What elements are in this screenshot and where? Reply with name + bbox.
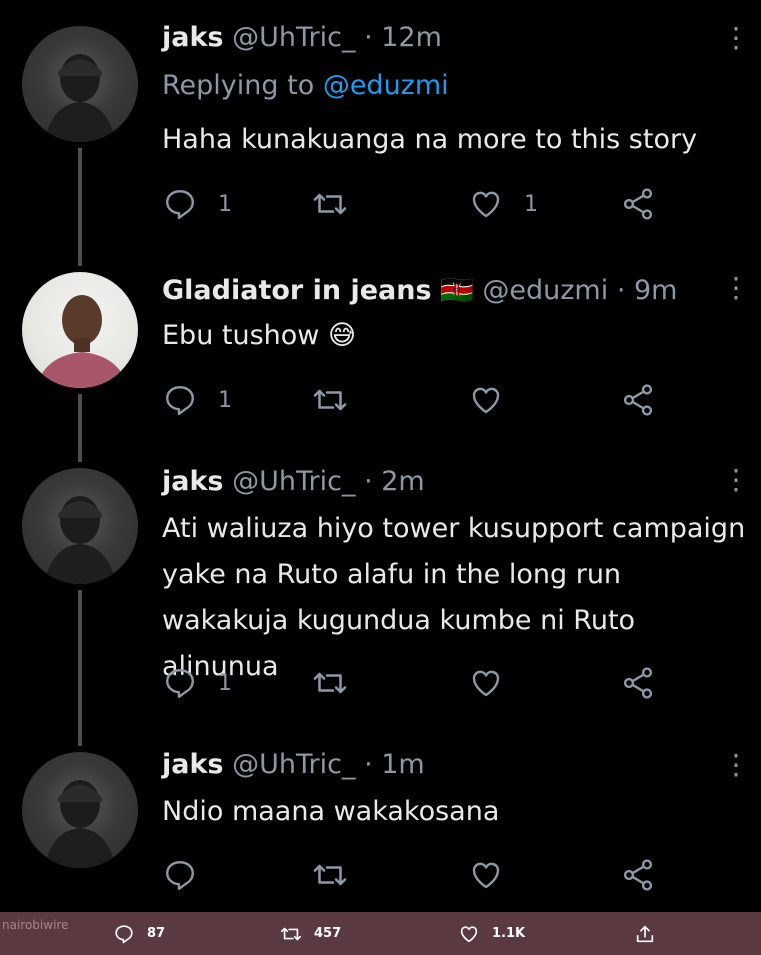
retweet-button[interactable] bbox=[312, 663, 368, 703]
reply-icon bbox=[115, 924, 133, 943]
tweet-text-line: yake na Ruto alafu in the long run bbox=[162, 559, 622, 590]
like-icon bbox=[472, 387, 500, 414]
tweet-actions: 1 bbox=[162, 663, 662, 703]
display-name[interactable]: jaks bbox=[162, 466, 224, 497]
tweet[interactable]: jaks @UhTric_ · 12m ⋮ Replying to @eduzm… bbox=[0, 0, 761, 250]
reply-count: 1 bbox=[218, 191, 232, 217]
user-handle[interactable]: @UhTric_ bbox=[232, 22, 355, 53]
like-button[interactable] bbox=[468, 855, 524, 895]
tweet-text: Ebu tushow 😅 bbox=[162, 320, 357, 351]
retweet-icon bbox=[281, 927, 301, 940]
tweet[interactable]: Gladiator in jeans 🇰🇪 @eduzmi · 9m ⋮ Ebu… bbox=[0, 250, 761, 450]
display-name[interactable]: jaks bbox=[162, 749, 224, 780]
reply-icon bbox=[166, 190, 194, 220]
like-icon bbox=[472, 191, 500, 218]
retweet-button[interactable] bbox=[312, 855, 368, 895]
share-button[interactable] bbox=[620, 855, 656, 895]
avatar[interactable] bbox=[22, 26, 138, 142]
avatar-image bbox=[44, 54, 116, 142]
reply-button[interactable]: 1 bbox=[162, 184, 232, 224]
avatar[interactable] bbox=[22, 468, 138, 584]
retweet-count: 457 bbox=[314, 926, 342, 941]
like-count: 1.1K bbox=[492, 926, 526, 941]
avatar-image bbox=[44, 496, 116, 584]
tweet-header: Gladiator in jeans 🇰🇪 @eduzmi · 9m bbox=[162, 274, 677, 306]
avatar[interactable] bbox=[22, 752, 138, 868]
more-icon[interactable]: ⋮ bbox=[722, 274, 750, 302]
tweet-header: jaks @UhTric_ · 1m bbox=[162, 749, 425, 780]
like-icon bbox=[460, 925, 478, 942]
upload-button[interactable] bbox=[634, 912, 668, 955]
share-icon bbox=[623, 188, 653, 220]
tweet-text: Haha kunakuanga na more to this story bbox=[162, 124, 698, 155]
display-name[interactable]: Gladiator in jeans bbox=[162, 275, 432, 306]
replying-prefix: Replying to bbox=[162, 70, 315, 101]
reply-button[interactable]: 87 bbox=[113, 912, 165, 955]
bottom-action-bar: 87 457 1.1K bbox=[0, 912, 761, 955]
timestamp[interactable]: · 9m bbox=[617, 275, 678, 306]
like-icon bbox=[472, 670, 500, 697]
avatar-image bbox=[36, 295, 128, 388]
avatar[interactable] bbox=[22, 272, 138, 388]
display-name[interactable]: jaks bbox=[162, 22, 224, 53]
flag-emoji: 🇰🇪 bbox=[440, 275, 474, 306]
tweet-actions bbox=[162, 855, 662, 895]
retweet-button[interactable] bbox=[312, 380, 368, 420]
tweet-text: Ndio maana wakakosana bbox=[162, 796, 500, 827]
share-icon bbox=[623, 667, 653, 699]
reply-count: 1 bbox=[218, 387, 232, 413]
tweet-text-line: Ati waliuza hiyo tower kusupport campaig… bbox=[162, 513, 746, 544]
reply-count: 87 bbox=[147, 926, 166, 941]
share-icon bbox=[623, 384, 653, 416]
tweet[interactable]: jaks @UhTric_ · 1m ⋮ Ndio maana wakakosa… bbox=[0, 735, 761, 912]
timestamp[interactable]: · 12m bbox=[364, 22, 442, 53]
retweet-icon bbox=[313, 193, 347, 215]
retweet-icon bbox=[313, 389, 347, 411]
replying-to: Replying to @eduzmi bbox=[162, 70, 449, 101]
more-icon[interactable]: ⋮ bbox=[722, 466, 750, 494]
upload-icon bbox=[636, 925, 654, 942]
like-icon bbox=[472, 862, 500, 889]
reply-button[interactable] bbox=[162, 855, 218, 895]
reply-button[interactable]: 1 bbox=[162, 663, 232, 703]
share-icon bbox=[623, 859, 653, 891]
share-button[interactable] bbox=[620, 380, 656, 420]
like-button[interactable]: 1 bbox=[468, 184, 538, 224]
user-handle[interactable]: @UhTric_ bbox=[232, 466, 355, 497]
retweet-button[interactable] bbox=[312, 184, 368, 224]
tweet[interactable]: jaks @UhTric_ · 2m ⋮ Ati waliuza hiyo to… bbox=[0, 450, 761, 735]
avatar-image bbox=[44, 780, 116, 868]
tweet-header: jaks @UhTric_ · 12m bbox=[162, 22, 442, 53]
retweet-button[interactable]: 457 bbox=[280, 912, 341, 955]
more-icon[interactable]: ⋮ bbox=[722, 24, 750, 52]
reply-icon bbox=[166, 669, 194, 699]
like-button[interactable] bbox=[468, 380, 524, 420]
share-button[interactable] bbox=[620, 663, 656, 703]
mention-link[interactable]: @eduzmi bbox=[323, 70, 449, 101]
like-button[interactable]: 1.1K bbox=[458, 912, 525, 955]
tweet-header: jaks @UhTric_ · 2m bbox=[162, 466, 425, 497]
user-handle[interactable]: @UhTric_ bbox=[232, 749, 355, 780]
share-button[interactable] bbox=[620, 184, 656, 224]
reply-count: 1 bbox=[218, 670, 232, 696]
retweet-icon bbox=[313, 864, 347, 886]
reply-icon bbox=[166, 386, 194, 416]
like-button[interactable] bbox=[468, 663, 524, 703]
watermark: nairobiwire bbox=[2, 918, 69, 932]
timestamp[interactable]: · 2m bbox=[364, 466, 425, 497]
user-handle[interactable]: @eduzmi bbox=[482, 275, 608, 306]
reply-icon bbox=[166, 861, 194, 891]
reply-button[interactable]: 1 bbox=[162, 380, 232, 420]
retweet-icon bbox=[313, 672, 347, 694]
tweet-actions: 1 bbox=[162, 380, 662, 420]
like-count: 1 bbox=[524, 191, 538, 217]
more-icon[interactable]: ⋮ bbox=[722, 751, 750, 779]
timestamp[interactable]: · 1m bbox=[364, 749, 425, 780]
tweet-actions: 1 1 bbox=[162, 184, 662, 224]
